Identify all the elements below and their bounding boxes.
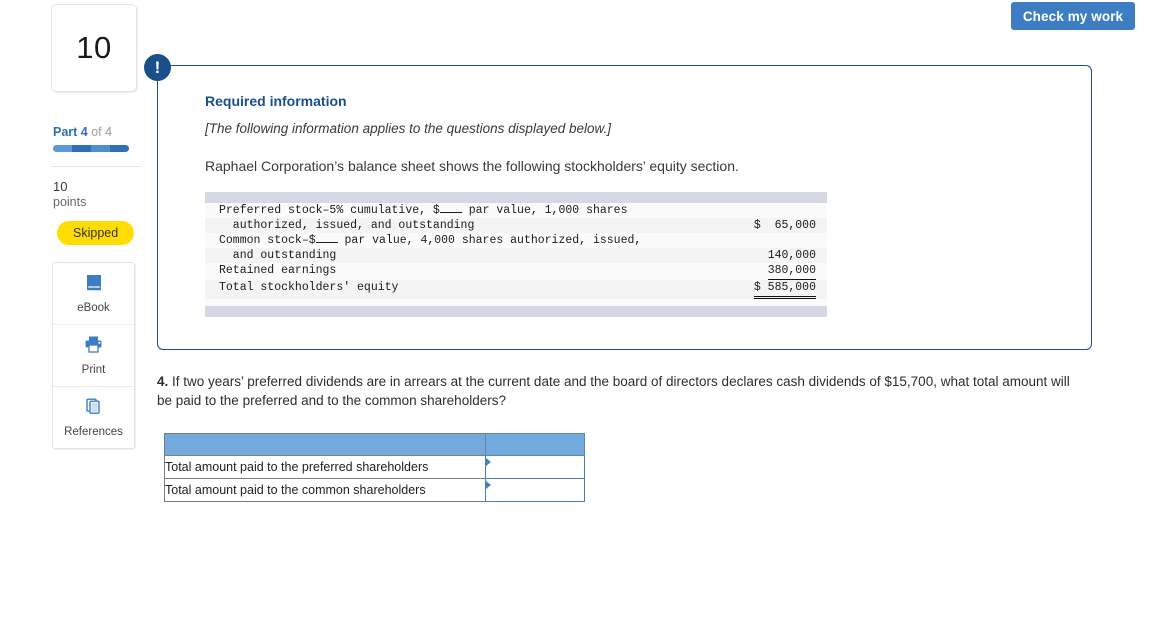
tool-panel: eBook Print References <box>52 262 135 449</box>
question-number-box: 10 <box>51 4 137 92</box>
blank-field <box>439 212 462 213</box>
part-current: Part 4 <box>53 125 88 139</box>
part-progress-bar <box>53 145 129 152</box>
print-icon <box>83 335 104 359</box>
blank-field <box>315 242 338 243</box>
table-header-row <box>164 433 585 456</box>
table-row: Retained earnings 380,000 <box>205 263 827 280</box>
stockholders-equity-table: Preferred stock–5% cumulative, $ par val… <box>205 192 827 317</box>
table-row: Total amount paid to the common sharehol… <box>164 478 585 502</box>
common-shareholders-label: Total amount paid to the common sharehol… <box>164 478 486 502</box>
ebook-icon <box>84 273 104 297</box>
progress-segment <box>110 145 129 152</box>
print-label: Print <box>81 364 106 376</box>
preferred-shareholders-input-cell[interactable] <box>485 455 585 479</box>
row-amount-value: $ 585,000 <box>753 280 816 299</box>
table-spacer <box>205 299 827 306</box>
required-information-body: Raphael Corporation’s balance sheet show… <box>205 158 739 174</box>
row-description-part: Common stock–$ <box>219 234 316 247</box>
row-description: Retained earnings <box>219 264 337 277</box>
row-description: authorized, issued, and outstanding <box>219 219 475 232</box>
question-text: 4. If two years’ preferred dividends are… <box>157 372 1085 410</box>
alert-exclamation-icon: ! <box>144 54 171 81</box>
question-number: 10 <box>76 30 112 65</box>
row-amount: 140,000 <box>767 249 816 262</box>
answer-header-label <box>164 433 486 456</box>
row-description: Common stock–$ par value, 4,000 shares a… <box>205 233 694 248</box>
row-description: Preferred stock–5% cumulative, $ par val… <box>205 203 694 218</box>
row-amount: $ 585,000 <box>694 280 827 299</box>
required-information-subtitle: [The following information applies to th… <box>205 121 611 136</box>
row-description: and outstanding <box>219 249 337 262</box>
table-row: and outstanding 140,000 <box>205 248 827 263</box>
references-icon <box>84 397 104 421</box>
progress-segment <box>72 145 91 152</box>
print-button[interactable]: Print <box>53 324 134 386</box>
row-description-part: par value, 1,000 shares <box>461 204 628 217</box>
common-shareholders-input[interactable] <box>486 479 584 501</box>
table-row: Common stock–$ par value, 4,000 shares a… <box>205 233 827 248</box>
progress-segment <box>91 145 110 152</box>
common-shareholders-input-cell[interactable] <box>485 478 585 502</box>
table-row: Total stockholders' equity $ 585,000 <box>205 280 827 299</box>
ebook-button[interactable]: eBook <box>53 263 134 324</box>
answer-table: Total amount paid to the preferred share… <box>164 433 585 502</box>
row-amount: 380,000 <box>694 263 827 280</box>
check-my-work-button[interactable]: Check my work <box>1011 2 1135 30</box>
row-description: Total stockholders' equity <box>219 281 399 294</box>
references-button[interactable]: References <box>53 386 134 448</box>
status-badge[interactable]: Skipped <box>57 221 135 245</box>
table-row: Preferred stock–5% cumulative, $ par val… <box>205 203 827 218</box>
question-sidebar: 10 Part 4 of 4 10 points Skipped eBook P… <box>51 4 143 449</box>
answer-header-value <box>485 433 585 456</box>
table-row: Total amount paid to the preferred share… <box>164 455 585 479</box>
preferred-shareholders-label: Total amount paid to the preferred share… <box>164 455 486 479</box>
part-indicator: Part 4 of 4 <box>51 125 143 139</box>
cell-marker-icon <box>486 481 491 489</box>
points-label: points <box>53 195 87 209</box>
progress-segment <box>53 145 72 152</box>
references-label: References <box>64 426 123 438</box>
points-value: 10 <box>53 179 68 194</box>
required-information-title: Required information <box>205 93 347 109</box>
row-description-part: Preferred stock–5% cumulative, $ <box>219 204 440 217</box>
preferred-shareholders-input[interactable] <box>486 456 584 478</box>
table-top-band <box>205 192 827 203</box>
cell-marker-icon <box>486 458 491 466</box>
row-description-part: par value, 4,000 shares authorized, issu… <box>337 234 642 247</box>
row-amount: $ 65,000 <box>753 219 816 232</box>
sidebar-divider <box>51 166 141 167</box>
ebook-label: eBook <box>77 302 110 314</box>
question-body: If two years’ preferred dividends are in… <box>157 374 1070 408</box>
table-bottom-band <box>205 306 827 317</box>
question-number-inline: 4. <box>157 374 169 389</box>
row-amount-value: 380,000 <box>767 263 816 280</box>
required-information-card: ! Required information [The following in… <box>144 54 1092 350</box>
table-row: authorized, issued, and outstanding $ 65… <box>205 218 827 233</box>
part-total: of 4 <box>87 125 113 139</box>
